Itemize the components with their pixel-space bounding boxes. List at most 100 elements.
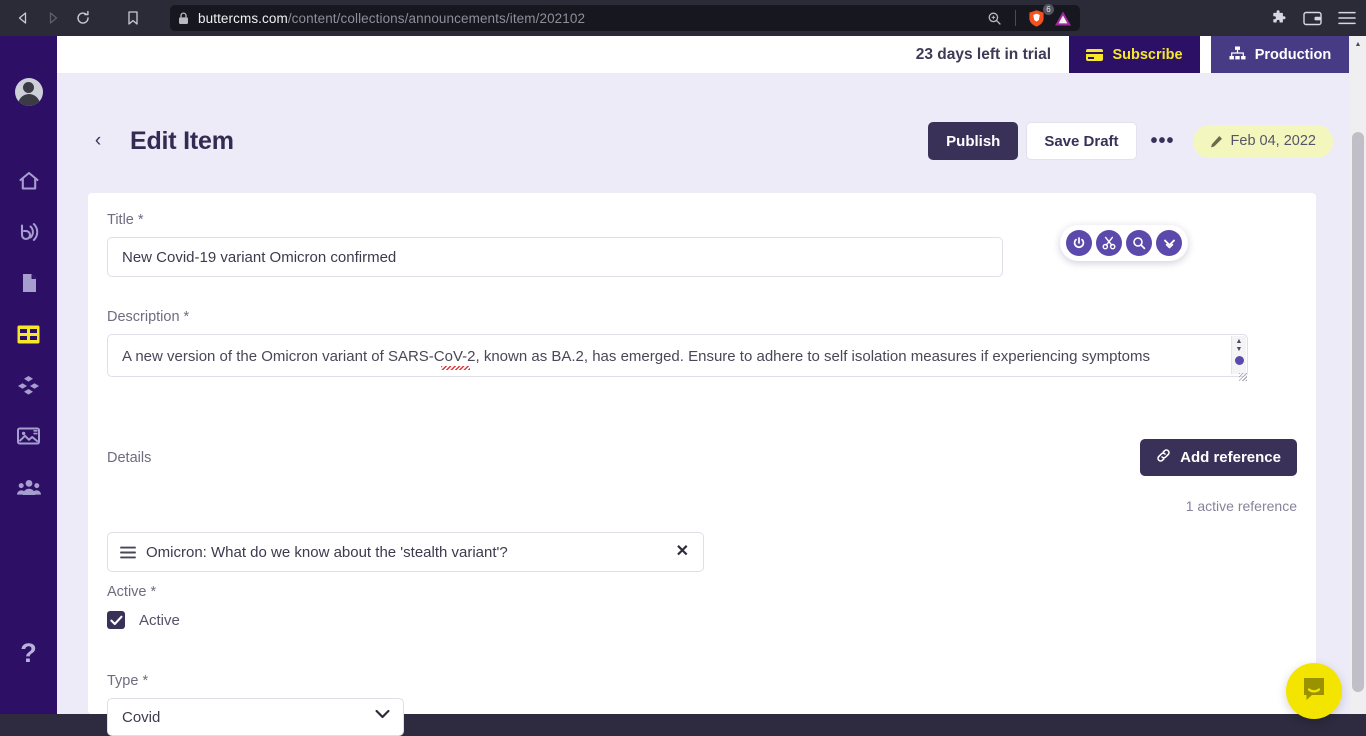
- close-x-icon[interactable]: ✕: [676, 544, 689, 560]
- sidebar-item-blog[interactable]: [12, 215, 46, 249]
- publish-button[interactable]: Publish: [928, 122, 1019, 160]
- trial-days-text: 23 days left in trial: [915, 45, 1051, 63]
- last-edited-date: Feb 04, 2022: [1230, 133, 1316, 149]
- puzzle-extensions-icon[interactable]: [1270, 9, 1287, 27]
- brave-lion-shield-icon[interactable]: 6: [1025, 4, 1054, 29]
- url-path: /content/collections/announcements/item/…: [287, 10, 586, 26]
- title-label-text: Title: [107, 212, 134, 228]
- help-question-icon[interactable]: ?: [12, 636, 46, 670]
- avatar-head: [23, 82, 34, 93]
- active-required-mark: *: [146, 584, 157, 600]
- details-label: Details: [107, 449, 152, 466]
- sidebar-item-team[interactable]: [12, 470, 46, 504]
- title-input[interactable]: [107, 237, 1003, 277]
- wallet-icon[interactable]: [1303, 10, 1322, 26]
- browser-right-actions: [1270, 9, 1366, 27]
- type-select-wrapper: Covid: [107, 698, 404, 736]
- scroll-thumb-dot[interactable]: [1234, 356, 1244, 365]
- media-image-icon: [17, 426, 40, 446]
- search-magnifier-icon[interactable]: [1126, 230, 1152, 256]
- team-users-icon: [16, 478, 41, 496]
- avatar[interactable]: [14, 78, 43, 106]
- textarea-resize-grip[interactable]: [1239, 373, 1247, 381]
- active-label: Active *: [107, 584, 180, 600]
- trial-bar: 23 days left in trial Subscribe Producti…: [57, 36, 1349, 73]
- url-host: buttercms.com: [198, 10, 288, 26]
- scissors-cut-icon[interactable]: [1096, 230, 1122, 256]
- drag-handle-icon[interactable]: [120, 546, 136, 559]
- sidebar-item-pages[interactable]: [12, 266, 46, 300]
- active-reference-count: 1 active reference: [1185, 498, 1297, 514]
- field-title: Title *: [107, 212, 1003, 277]
- home-icon: [18, 170, 40, 192]
- title-required-mark: *: [133, 212, 144, 228]
- description-label-text: Description: [107, 309, 180, 325]
- hamburger-menu-icon[interactable]: [1338, 11, 1356, 25]
- field-type: Type * Covid: [107, 673, 404, 736]
- production-env-button[interactable]: Production: [1211, 36, 1349, 73]
- brave-rewards-triangle-icon[interactable]: [1054, 10, 1072, 27]
- link-chain-icon: [1156, 448, 1171, 467]
- pencil-edit-icon: [1210, 135, 1223, 148]
- left-sidebar: ?: [0, 36, 57, 714]
- scroll-up-arrow-icon[interactable]: ▲: [1236, 338, 1243, 346]
- power-toggle-icon[interactable]: [1066, 230, 1092, 256]
- writing-assistant-toolbar[interactable]: [1060, 225, 1188, 261]
- field-description: Description * ▲ ▼: [107, 309, 1248, 382]
- chevron-down-icon[interactable]: [375, 709, 390, 719]
- url-text: buttercms.com/content/collections/announ…: [198, 11, 585, 26]
- page-scrollbar[interactable]: ▲: [1350, 36, 1366, 714]
- sitemap-icon: [1229, 46, 1246, 64]
- page-header: ‹ Edit Item Publish Save Draft ••• Feb 0…: [88, 98, 1333, 184]
- collections-grid-icon: [17, 325, 40, 344]
- field-details: Details Add reference 1 active reference: [107, 439, 1297, 572]
- bookmark-icon[interactable]: [118, 3, 148, 33]
- credit-card-icon: [1086, 48, 1104, 61]
- sidebar-item-media[interactable]: [12, 419, 46, 453]
- more-options-button[interactable]: •••: [1145, 123, 1181, 159]
- last-edited-badge[interactable]: Feb 04, 2022: [1192, 124, 1333, 158]
- back-chevron-icon[interactable]: ‹: [88, 130, 108, 152]
- subscribe-button[interactable]: Subscribe: [1069, 36, 1200, 73]
- reference-row[interactable]: Omicron: What do we know about the 'stea…: [107, 532, 704, 572]
- rss-blog-icon: [18, 221, 40, 243]
- save-draft-button[interactable]: Save Draft: [1026, 122, 1137, 160]
- scroll-down-arrow-icon[interactable]: ▼: [1236, 346, 1243, 354]
- type-label-text: Type: [107, 673, 139, 689]
- page-title: Edit Item: [130, 126, 234, 155]
- description-textarea[interactable]: [107, 334, 1248, 377]
- production-label: Production: [1254, 46, 1332, 63]
- omnibox-divider: [1015, 10, 1016, 26]
- field-active: Active * Active: [107, 584, 180, 629]
- back-arrow-icon[interactable]: [8, 3, 38, 33]
- type-select[interactable]: Covid: [107, 698, 404, 736]
- active-checkbox[interactable]: [107, 611, 125, 629]
- page-document-icon: [19, 272, 39, 294]
- description-wrapper: ▲ ▼: [107, 334, 1248, 382]
- scrollbar-thumb[interactable]: [1352, 132, 1364, 692]
- reference-title: Omicron: What do we know about the 'stea…: [146, 543, 508, 561]
- textarea-scroll-control[interactable]: ▲ ▼: [1231, 336, 1246, 374]
- address-bar[interactable]: buttercms.com/content/collections/announ…: [170, 4, 1080, 31]
- description-label: Description *: [107, 309, 1248, 325]
- sidebar-item-collections[interactable]: [12, 317, 46, 351]
- intercom-chat-launcher[interactable]: [1286, 663, 1342, 719]
- scrollbar-up-arrow-icon[interactable]: ▲: [1350, 36, 1366, 52]
- chat-bubble-smile-icon: [1299, 674, 1329, 709]
- add-reference-label: Add reference: [1180, 449, 1281, 466]
- add-reference-button[interactable]: Add reference: [1140, 439, 1297, 476]
- reload-icon[interactable]: [68, 3, 98, 33]
- active-checkbox-label: Active: [139, 611, 180, 629]
- edit-item-form-card: Title * Description * ▲ ▼: [88, 193, 1316, 736]
- browser-toolbar: buttercms.com/content/collections/announ…: [0, 0, 1366, 36]
- sidebar-item-home[interactable]: [12, 164, 46, 198]
- sidebar-item-components[interactable]: [12, 368, 46, 402]
- active-checkbox-row: Active: [107, 611, 180, 629]
- avatar-body: [17, 94, 40, 106]
- type-selected-value: Covid: [122, 708, 161, 726]
- type-label: Type *: [107, 673, 404, 689]
- forward-arrow-icon: [38, 3, 68, 33]
- chevron-double-down-icon[interactable]: [1156, 230, 1182, 256]
- zoom-search-icon[interactable]: [987, 11, 1006, 26]
- app-window: ? 23 days left in trial Subscribe Produc…: [0, 36, 1366, 736]
